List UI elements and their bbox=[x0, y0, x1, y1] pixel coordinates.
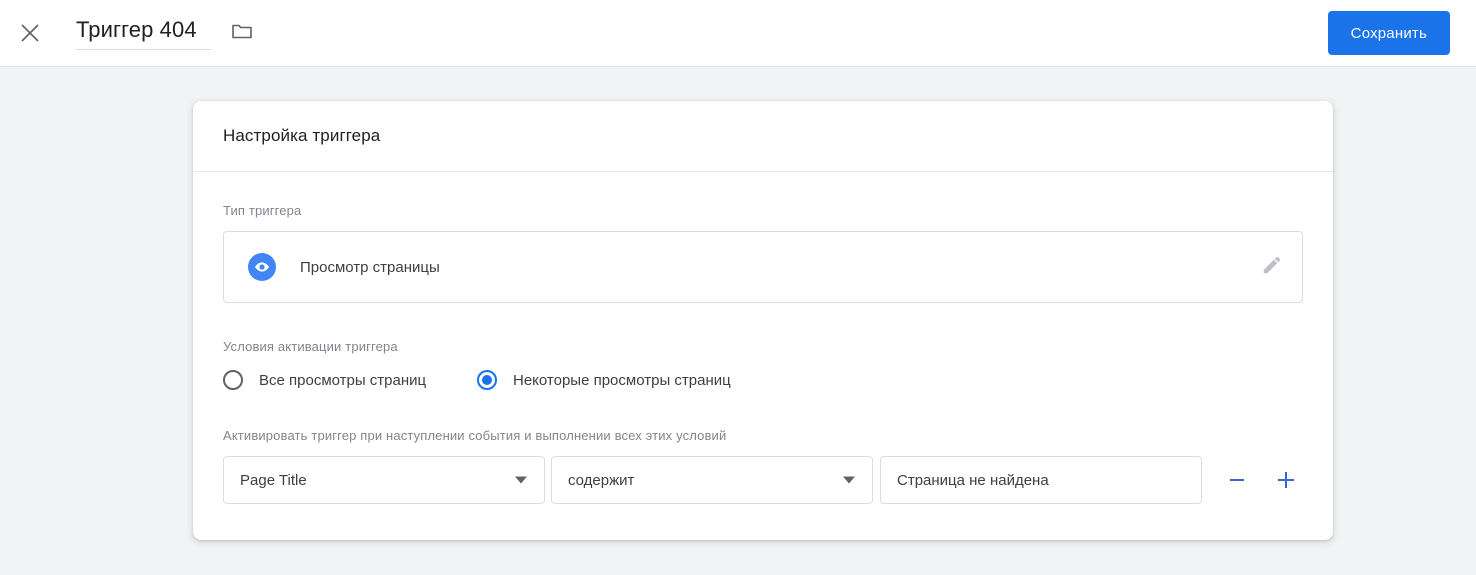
radio-label-some-page-views: Некоторые просмотры страниц bbox=[513, 371, 731, 389]
close-icon bbox=[19, 22, 41, 44]
filter-value-input[interactable] bbox=[880, 456, 1202, 504]
radio-dot bbox=[482, 375, 492, 385]
radio-indicator-unselected bbox=[223, 370, 243, 390]
card-body: Тип триггера Просмотр страницы Условия а… bbox=[193, 172, 1333, 540]
add-condition-button[interactable] bbox=[1274, 468, 1298, 492]
radio-indicator-selected bbox=[477, 370, 497, 390]
radio-option-some-page-views[interactable]: Некоторые просмотры страниц bbox=[477, 370, 731, 390]
trigger-type-label: Тип триггера bbox=[223, 203, 302, 218]
minus-icon bbox=[1230, 479, 1244, 481]
chevron-down-icon bbox=[843, 476, 855, 484]
radio-label-all-page-views: Все просмотры страниц bbox=[259, 371, 427, 389]
folder-icon bbox=[230, 19, 254, 48]
pencil-icon bbox=[1261, 254, 1283, 281]
trigger-configuration-card: Настройка триггера Тип триггера Просмотр… bbox=[193, 101, 1333, 540]
card-header: Настройка триггера bbox=[193, 101, 1333, 172]
title-area: Триггер 404 bbox=[76, 16, 255, 50]
conditions-radio-group: Все просмотры страниц Некоторые просмотр… bbox=[223, 370, 1303, 390]
trigger-name-input[interactable]: Триггер 404 bbox=[76, 16, 211, 50]
eye-icon bbox=[248, 253, 276, 281]
radio-option-all-page-views[interactable]: Все просмотры страниц bbox=[223, 370, 477, 390]
operator-select[interactable]: содержит bbox=[551, 456, 873, 504]
top-app-bar: Триггер 404 Сохранить bbox=[0, 0, 1476, 67]
card-title: Настройка триггера bbox=[223, 126, 381, 145]
chevron-down-icon bbox=[515, 476, 527, 484]
trigger-type-name: Просмотр страницы bbox=[300, 258, 440, 276]
filters-section: Активировать триггер при наступлении соб… bbox=[223, 428, 1303, 504]
conditions-section: Условия активации триггера Все просмотры… bbox=[223, 339, 1303, 390]
variable-select[interactable]: Page Title bbox=[223, 456, 545, 504]
filter-row: Page Title содержит bbox=[223, 456, 1303, 504]
edit-trigger-type-button[interactable] bbox=[1258, 253, 1286, 281]
trigger-type-box[interactable]: Просмотр страницы bbox=[223, 231, 1303, 303]
filters-label: Активировать триггер при наступлении соб… bbox=[223, 428, 727, 443]
remove-condition-button[interactable] bbox=[1225, 468, 1249, 492]
save-button[interactable]: Сохранить bbox=[1327, 11, 1450, 55]
folder-button[interactable] bbox=[229, 20, 255, 46]
operator-select-value: содержит bbox=[568, 471, 635, 489]
plus-icon bbox=[1278, 472, 1294, 488]
variable-select-value: Page Title bbox=[240, 471, 307, 489]
close-button[interactable] bbox=[6, 9, 54, 57]
conditions-label: Условия активации триггера bbox=[223, 339, 398, 354]
